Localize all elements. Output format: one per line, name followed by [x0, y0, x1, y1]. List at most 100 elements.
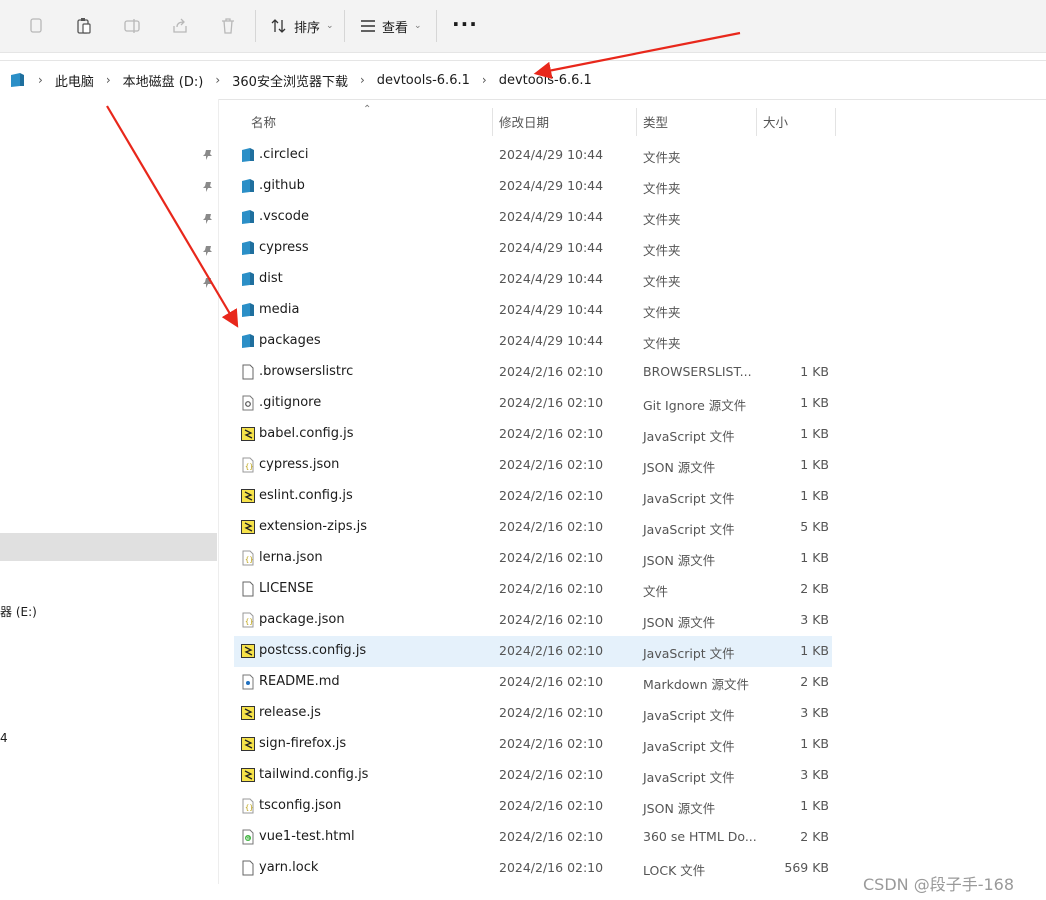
file-type: JavaScript 文件 — [643, 708, 735, 723]
file-date: 2024/2/16 02:10 — [499, 426, 604, 441]
file-name: package.json — [259, 612, 345, 627]
toolbar-divider — [436, 10, 437, 42]
file-row[interactable]: .gitignore 2024/2/16 02:10 Git Ignore 源文件 1… — [234, 388, 832, 419]
file-row[interactable]: eslint.config.js 2024/2/16 02:10 JavaScrip… — [234, 481, 832, 512]
file-row[interactable]: {} package.json 2024/2/16 02:10 JSON 源文件 3 K… — [234, 605, 832, 636]
file-type: JavaScript 文件 — [643, 770, 735, 785]
column-divider[interactable] — [835, 108, 836, 136]
file-size: 2 KB — [800, 829, 829, 844]
column-header-type[interactable]: 类型 — [643, 112, 668, 136]
file-row[interactable]: e vue1-test.html 2024/2/16 02:10 360 se HTM… — [234, 822, 832, 853]
file-row[interactable]: dist 2024/4/29 10:44 文件夹 — [234, 264, 832, 295]
file-name: media — [259, 302, 300, 317]
file-name: .github — [259, 178, 305, 193]
column-header-date[interactable]: 修改日期 — [499, 112, 549, 136]
pin-icon[interactable] — [202, 181, 214, 193]
breadcrumb-item[interactable]: devtools-6.6.1 — [499, 73, 592, 88]
file-name: sign-firefox.js — [259, 736, 347, 751]
file-row[interactable]: media 2024/4/29 10:44 文件夹 — [234, 295, 832, 326]
breadcrumb-item[interactable]: 此电脑 — [55, 71, 94, 90]
file-row[interactable]: babel.config.js 2024/2/16 02:10 JavaScript… — [234, 419, 832, 450]
file-row[interactable]: release.js 2024/2/16 02:10 JavaScript 文件 3 … — [234, 698, 832, 729]
column-header-size[interactable]: 大小 — [763, 112, 788, 136]
share-icon[interactable] — [168, 14, 192, 38]
file-row[interactable]: .circleci 2024/4/29 10:44 文件夹 — [234, 140, 832, 171]
toolbar-divider — [344, 10, 345, 42]
js-file-icon — [240, 705, 256, 721]
file-type: JavaScript 文件 — [643, 491, 735, 506]
file-name: .circleci — [259, 147, 309, 162]
folder-icon — [240, 178, 256, 194]
breadcrumb-item[interactable]: devtools-6.6.1 — [377, 73, 470, 88]
file-name: release.js — [259, 705, 321, 720]
file-row[interactable]: .browserslistrc 2024/2/16 02:10 BROWSERSLI… — [234, 357, 832, 388]
file-name: .gitignore — [259, 395, 322, 410]
chevron-right-icon: › — [215, 73, 221, 87]
breadcrumb-item[interactable]: 360安全浏览器下载 — [232, 71, 348, 90]
chevron-right-icon: › — [105, 73, 111, 87]
file-type: BROWSERSLIST... — [643, 364, 752, 379]
file-type: JavaScript 文件 — [643, 429, 735, 444]
column-divider[interactable] — [636, 108, 637, 136]
folder-icon — [240, 333, 256, 349]
column-divider[interactable] — [756, 108, 757, 136]
rename-icon[interactable] — [120, 14, 144, 38]
file-row[interactable]: LICENSE 2024/2/16 02:10 文件 2 KB — [234, 574, 832, 605]
nav-item[interactable]: 4 — [0, 731, 8, 745]
json-file-icon: {} — [240, 457, 256, 473]
file-type: 文件夹 — [643, 336, 681, 351]
file-row[interactable]: {} lerna.json 2024/2/16 02:10 JSON 源文件 1 KB — [234, 543, 832, 574]
file-row[interactable]: sign-firefox.js 2024/2/16 02:10 JavaScript… — [234, 729, 832, 760]
paste-icon[interactable] — [72, 14, 96, 38]
folder-icon — [240, 271, 256, 287]
file-row[interactable]: README.md 2024/2/16 02:10 Markdown 源文件 2 KB — [234, 667, 832, 698]
watermark: CSDN @段子手-168 — [863, 875, 1015, 894]
sort-icon — [271, 19, 286, 33]
json-file-icon: {} — [240, 550, 256, 566]
file-row[interactable]: tailwind.config.js 2024/2/16 02:10 JavaScr… — [234, 760, 832, 791]
pin-icon[interactable] — [202, 245, 214, 257]
nav-item-selected[interactable] — [0, 533, 217, 561]
file-row[interactable]: cypress 2024/4/29 10:44 文件夹 — [234, 233, 832, 264]
file-type: JavaScript 文件 — [643, 522, 735, 537]
address-bar[interactable]: › 此电脑 › 本地磁盘 (D:) › 360安全浏览器下载 › devtool… — [0, 60, 1046, 100]
pin-icon[interactable] — [202, 213, 214, 225]
copy-icon[interactable] — [24, 14, 48, 38]
file-date: 2024/2/16 02:10 — [499, 457, 604, 472]
folder-icon — [240, 240, 256, 256]
breadcrumb-item[interactable]: 本地磁盘 (D:) — [123, 71, 204, 90]
command-bar: 排序 ⌄ 查看 ⌄ ··· — [0, 0, 1046, 53]
pin-icon[interactable] — [202, 149, 214, 161]
pin-icon[interactable] — [202, 277, 214, 289]
file-date: 2024/2/16 02:10 — [499, 581, 604, 596]
file-size: 3 KB — [800, 705, 829, 720]
pane-divider[interactable] — [218, 99, 219, 884]
file-type: JavaScript 文件 — [643, 739, 735, 754]
svg-text:{}: {} — [245, 804, 253, 812]
nav-item-drive-e[interactable]: 器 (E:) — [0, 603, 37, 620]
file-name: .vscode — [259, 209, 309, 224]
column-header-name[interactable]: 名称 — [251, 112, 276, 136]
file-row[interactable]: yarn.lock 2024/2/16 02:10 LOCK 文件 569 KB — [234, 853, 832, 884]
file-row[interactable]: {} tsconfig.json 2024/2/16 02:10 JSON 源文件 1 … — [234, 791, 832, 822]
view-button[interactable]: 查看 ⌄ — [360, 12, 422, 40]
file-row[interactable]: {} cypress.json 2024/2/16 02:10 JSON 源文件 1 K… — [234, 450, 832, 481]
file-row[interactable]: .github 2024/4/29 10:44 文件夹 — [234, 171, 832, 202]
column-divider[interactable] — [492, 108, 493, 136]
file-date: 2024/2/16 02:10 — [499, 550, 604, 565]
js-file-icon — [240, 519, 256, 535]
file-icon — [240, 581, 256, 597]
sort-button[interactable]: 排序 ⌄ — [270, 12, 334, 40]
file-type: 文件夹 — [643, 150, 681, 165]
file-row[interactable]: .vscode 2024/4/29 10:44 文件夹 — [234, 202, 832, 233]
file-date: 2024/4/29 10:44 — [499, 209, 604, 224]
file-row[interactable]: postcss.config.js 2024/2/16 02:10 JavaScri… — [234, 636, 832, 667]
js-file-icon — [240, 426, 256, 442]
more-options-button[interactable]: ··· — [452, 12, 478, 36]
file-row[interactable]: packages 2024/4/29 10:44 文件夹 — [234, 326, 832, 357]
file-size: 2 KB — [800, 674, 829, 689]
file-name: README.md — [259, 674, 340, 689]
file-date: 2024/4/29 10:44 — [499, 271, 604, 286]
file-row[interactable]: extension-zips.js 2024/2/16 02:10 JavaScri… — [234, 512, 832, 543]
delete-icon[interactable] — [216, 14, 240, 38]
